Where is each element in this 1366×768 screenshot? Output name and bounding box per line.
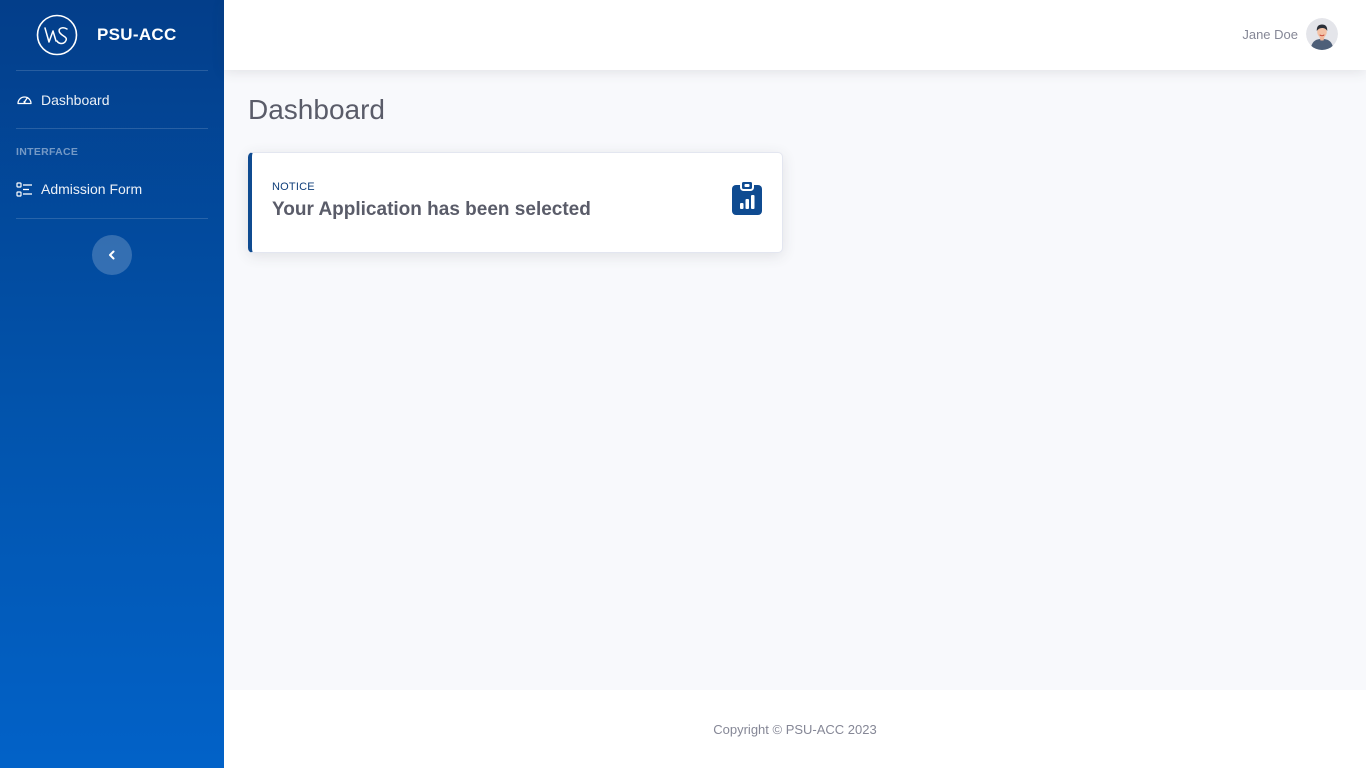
sidebar-item-label: Dashboard bbox=[41, 91, 110, 108]
sidebar-item-admission-form[interactable]: Admission Form bbox=[0, 160, 224, 218]
sidebar-item-label: Admission Form bbox=[41, 181, 143, 197]
sidebar-section-heading: INTERFACE bbox=[16, 146, 79, 158]
sidebar: PSU-ACC Dashboard INTERFACE Admission Fo… bbox=[0, 0, 224, 768]
notice-kicker: NOTICE bbox=[272, 181, 315, 193]
user-name: Jane Doe bbox=[1242, 26, 1298, 42]
sidebar-item-dashboard[interactable]: Dashboard bbox=[0, 71, 224, 128]
chevron-left-icon bbox=[109, 250, 115, 260]
ws-logo-icon bbox=[36, 14, 78, 56]
checklist-icon bbox=[16, 181, 33, 198]
brand[interactable]: PSU-ACC bbox=[0, 0, 224, 70]
page-title: Dashboard bbox=[248, 94, 385, 125]
main-content: Dashboard NOTICE Your Application has be… bbox=[224, 70, 1366, 690]
topbar: Jane Doe bbox=[224, 0, 1366, 70]
user-avatar-icon bbox=[1306, 18, 1338, 50]
footer: Copyright © PSU-ACC 2023 bbox=[224, 690, 1366, 768]
brand-name: PSU-ACC bbox=[97, 25, 177, 44]
notice-card: NOTICE Your Application has been selecte… bbox=[248, 152, 783, 253]
footer-copyright: Copyright © PSU-ACC 2023 bbox=[713, 721, 877, 737]
user-menu[interactable]: Jane Doe bbox=[1242, 18, 1338, 50]
notice-message: Your Application has been selected bbox=[272, 199, 591, 220]
sidebar-toggle-wrap bbox=[0, 219, 224, 275]
clipboard-chart-icon bbox=[732, 181, 762, 215]
gauge-icon bbox=[16, 91, 33, 108]
sidebar-toggle-button[interactable] bbox=[92, 235, 132, 275]
